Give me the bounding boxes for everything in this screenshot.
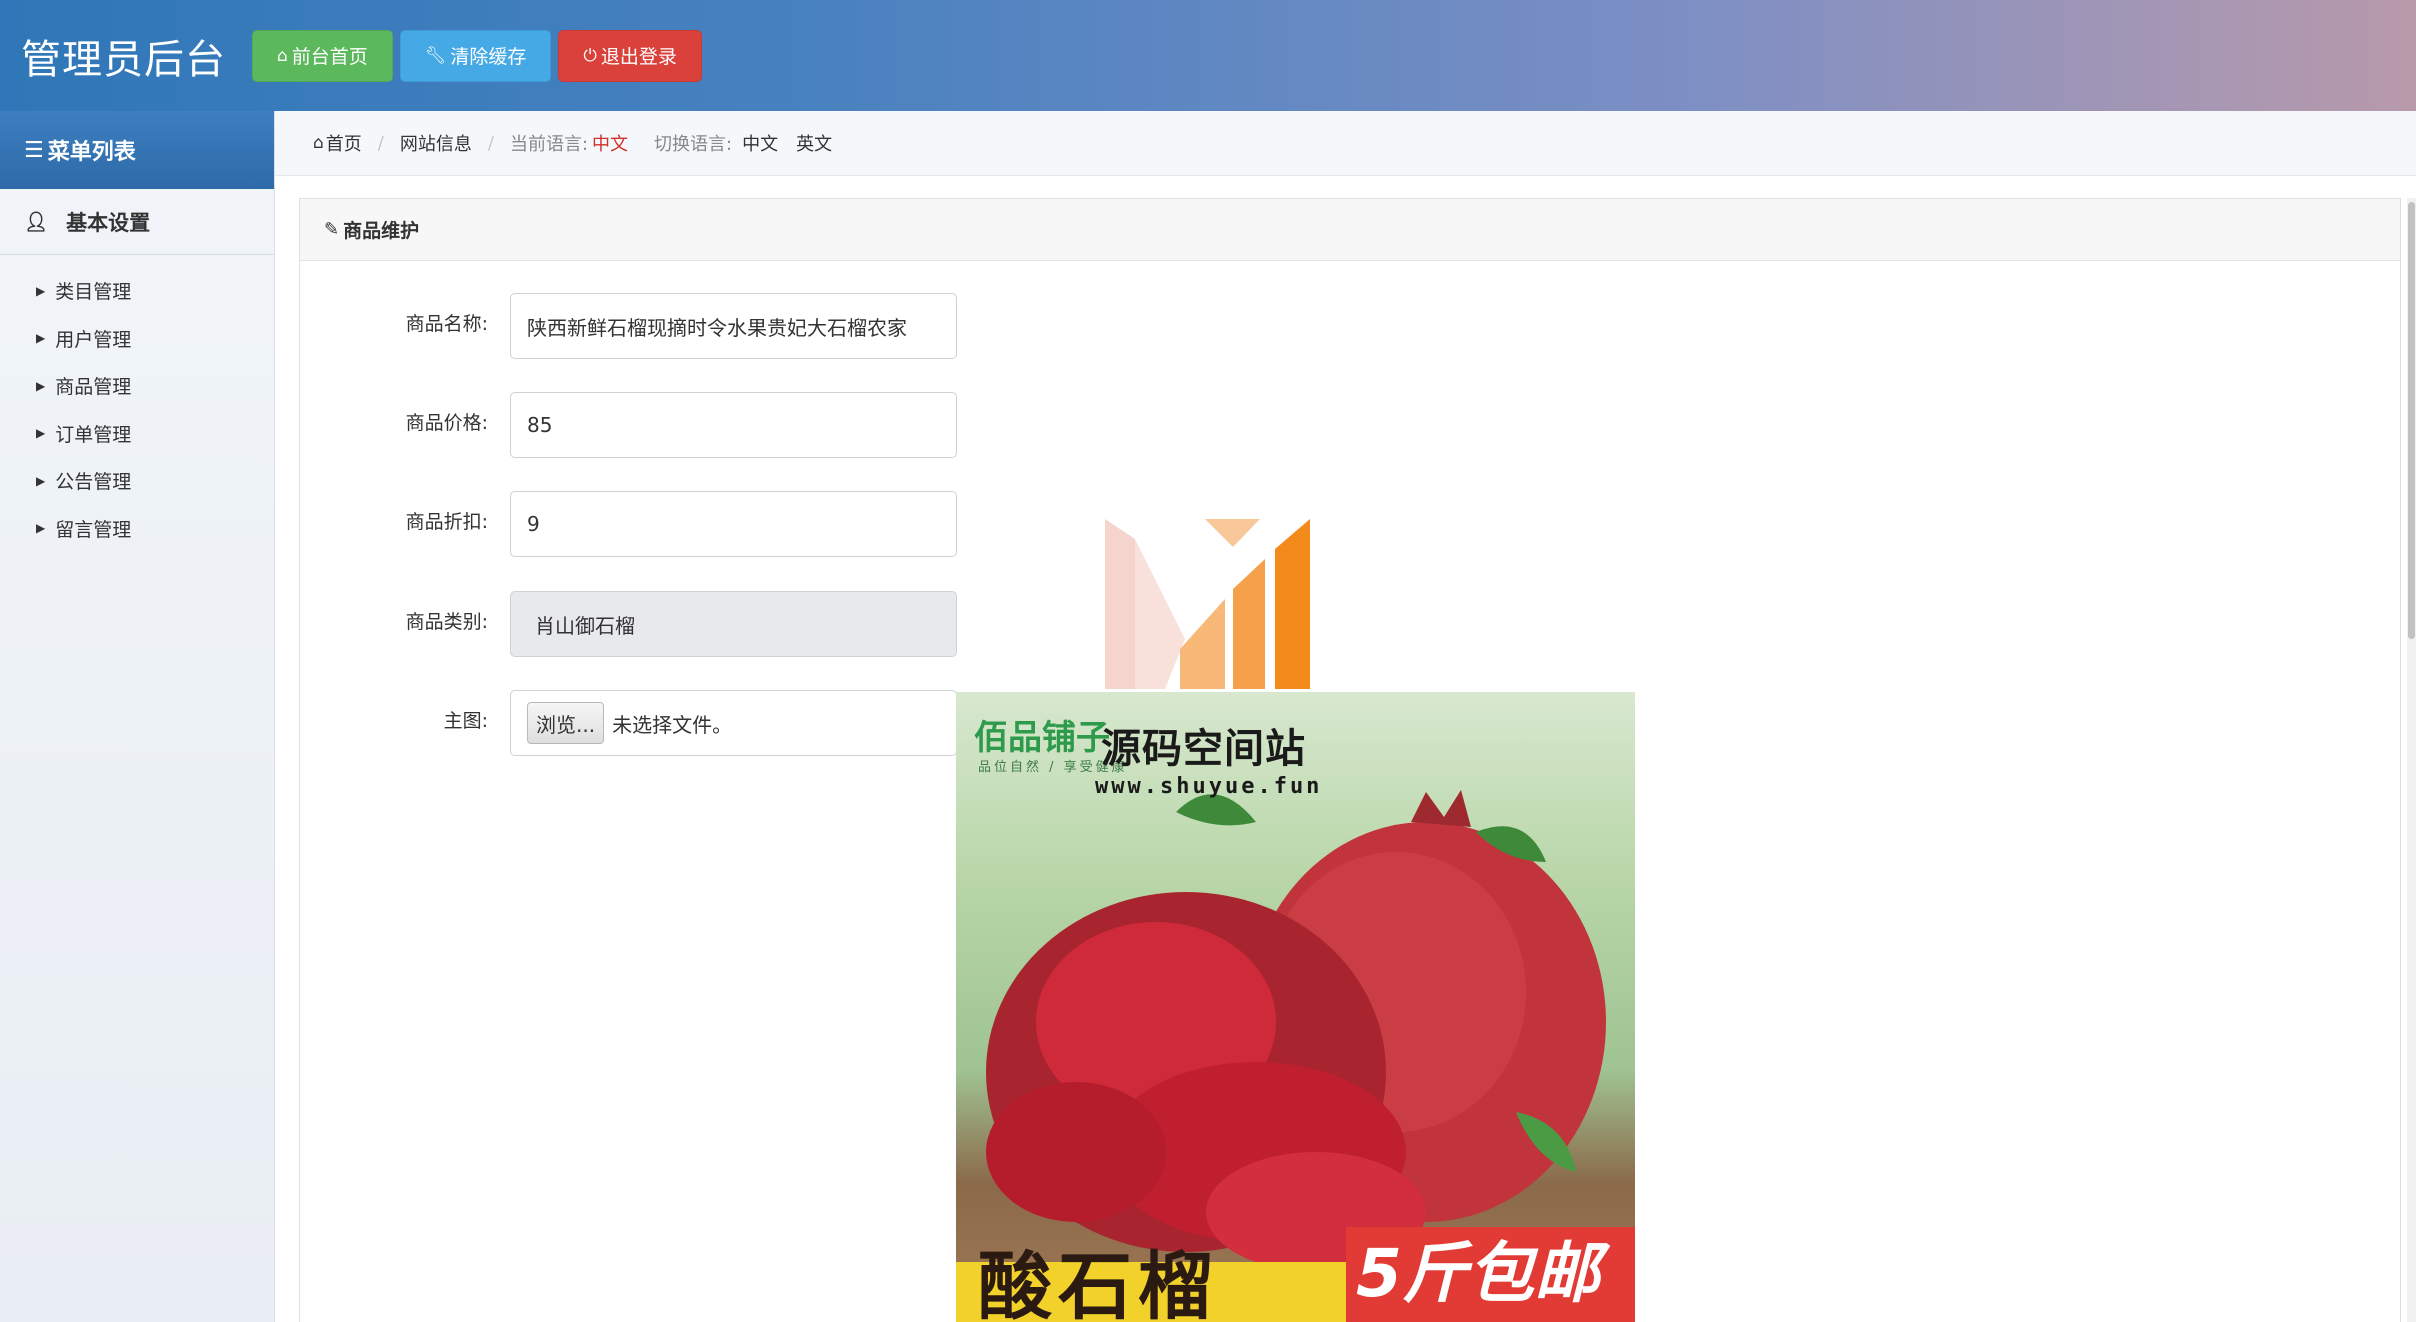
browse-button[interactable]: 浏览...	[527, 702, 605, 744]
form-row-price: 商品价格: 85	[300, 392, 957, 458]
user-icon: 👤︎	[24, 211, 49, 233]
form-row-discount: 商品折扣: 9	[300, 491, 957, 557]
current-language-value: 中文	[592, 134, 629, 155]
sidebar-item-label: 订单管理	[55, 423, 132, 446]
product-category-field: 肖山御石榴	[510, 591, 957, 657]
page-scrollbar[interactable]	[2407, 198, 2416, 1322]
edit-icon: ✎	[324, 219, 340, 240]
top-header: 管理员后台 ⌂ 前台首页 🔧︎ 清除缓存 ⏻ 退出登录	[0, 0, 2416, 111]
caret-right-icon: ▶	[36, 283, 46, 298]
sidebar-item-messages[interactable]: ▶ 留言管理	[0, 505, 274, 553]
sidebar-heading-label: 菜单列表	[47, 140, 136, 165]
product-price-input[interactable]: 85	[510, 392, 957, 458]
form-row-name: 商品名称: 陕西新鲜石榴现摘时令水果贵妃大石榴农家	[300, 293, 957, 359]
switch-language-en-link[interactable]: 英文	[796, 130, 832, 156]
caret-right-icon: ▶	[36, 473, 46, 488]
home-icon: ⌂	[277, 45, 288, 66]
product-price-label: 商品价格:	[405, 412, 488, 434]
scrollbar-thumb[interactable]	[2408, 202, 2415, 639]
sidebar-menu: ▶ 类目管理 ▶ 用户管理 ▶ 商品管理 ▶ 订单管理 ▶ 公告管理 ▶ 留言管…	[0, 255, 274, 552]
sidebar-item-orders[interactable]: ▶ 订单管理	[0, 410, 274, 458]
breadcrumb-separator: /	[377, 132, 384, 154]
sidebar-heading: ☰ 菜单列表	[0, 111, 274, 189]
sidebar-item-notices[interactable]: ▶ 公告管理	[0, 457, 274, 505]
sidebar-item-label: 用户管理	[55, 328, 132, 351]
breadcrumb-separator: /	[487, 132, 494, 154]
main-image-label: 主图:	[443, 710, 488, 732]
sidebar-item-label: 商品管理	[55, 376, 132, 399]
list-icon: ☰	[24, 137, 44, 163]
banner-left-text: 酸石榴	[978, 1244, 1218, 1322]
caret-right-icon: ▶	[36, 521, 46, 536]
breadcrumb-site-info[interactable]: 网站信息	[400, 130, 472, 156]
breadcrumb: ⌂ 首页 / 网站信息 / 当前语言: 中文 切换语言: 中文 英文	[275, 111, 2416, 176]
panel-header: ✎ 商品维护	[300, 199, 2400, 261]
form-row-main-image: 主图: 浏览... 未选择文件。	[300, 690, 957, 756]
panel-title: 商品维护	[343, 220, 420, 242]
file-status-text: 未选择文件。	[612, 712, 733, 737]
product-name-label: 商品名称:	[405, 313, 488, 335]
sidebar: ☰ 菜单列表 👤︎ 基本设置 ▶ 类目管理 ▶ 用户管理 ▶ 商品管理 ▶ 订单…	[0, 111, 275, 1322]
sidebar-section-label: 基本设置	[66, 210, 151, 235]
caret-right-icon: ▶	[36, 331, 46, 346]
switch-language-zh-link[interactable]: 中文	[742, 130, 778, 156]
breadcrumb-home-link[interactable]: 首页	[326, 130, 362, 156]
product-category-label: 商品类别:	[405, 611, 488, 633]
form-row-category: 商品类别: 肖山御石榴	[300, 591, 957, 657]
frontend-home-label: 前台首页	[291, 46, 368, 68]
product-name-input[interactable]: 陕西新鲜石榴现摘时令水果贵妃大石榴农家	[510, 293, 957, 359]
clear-cache-button[interactable]: 🔧︎ 清除缓存	[399, 29, 552, 82]
sidebar-item-label: 留言管理	[55, 518, 132, 541]
watermark-url: www.shuyue.fun	[1095, 774, 1323, 799]
logout-button[interactable]: ⏻ 退出登录	[558, 29, 702, 82]
sidebar-item-label: 公告管理	[55, 471, 132, 494]
sidebar-section-basic-settings[interactable]: 👤︎ 基本设置	[0, 189, 274, 255]
banner-right-text: 5斤包邮	[1356, 1235, 1600, 1312]
clear-cache-label: 清除缓存	[450, 46, 527, 68]
watermark-logo-icon	[1105, 519, 1310, 689]
sidebar-item-category[interactable]: ▶ 类目管理	[0, 267, 274, 315]
frontend-home-button[interactable]: ⌂ 前台首页	[252, 29, 393, 82]
caret-right-icon: ▶	[36, 378, 46, 393]
admin-title: 管理员后台	[21, 36, 226, 83]
main-image-file-input[interactable]: 浏览... 未选择文件。	[510, 690, 957, 756]
switch-language-label: 切换语言:	[654, 134, 733, 155]
product-discount-input[interactable]: 9	[510, 491, 957, 557]
logout-label: 退出登录	[600, 46, 677, 68]
current-language-label: 当前语言:	[509, 134, 589, 155]
watermark-title: 源码空间站	[1101, 726, 1306, 772]
caret-right-icon: ▶	[36, 426, 46, 441]
sidebar-item-users[interactable]: ▶ 用户管理	[0, 315, 274, 363]
power-icon: ⏻	[583, 45, 597, 66]
sidebar-item-label: 类目管理	[55, 281, 132, 304]
brand-logo-text: 佰品铺子	[974, 718, 1110, 758]
product-discount-label: 商品折扣:	[405, 511, 488, 533]
home-icon: ⌂	[313, 133, 324, 153]
wrench-icon: 🔧︎	[424, 45, 447, 66]
sidebar-item-products[interactable]: ▶ 商品管理	[0, 362, 274, 410]
